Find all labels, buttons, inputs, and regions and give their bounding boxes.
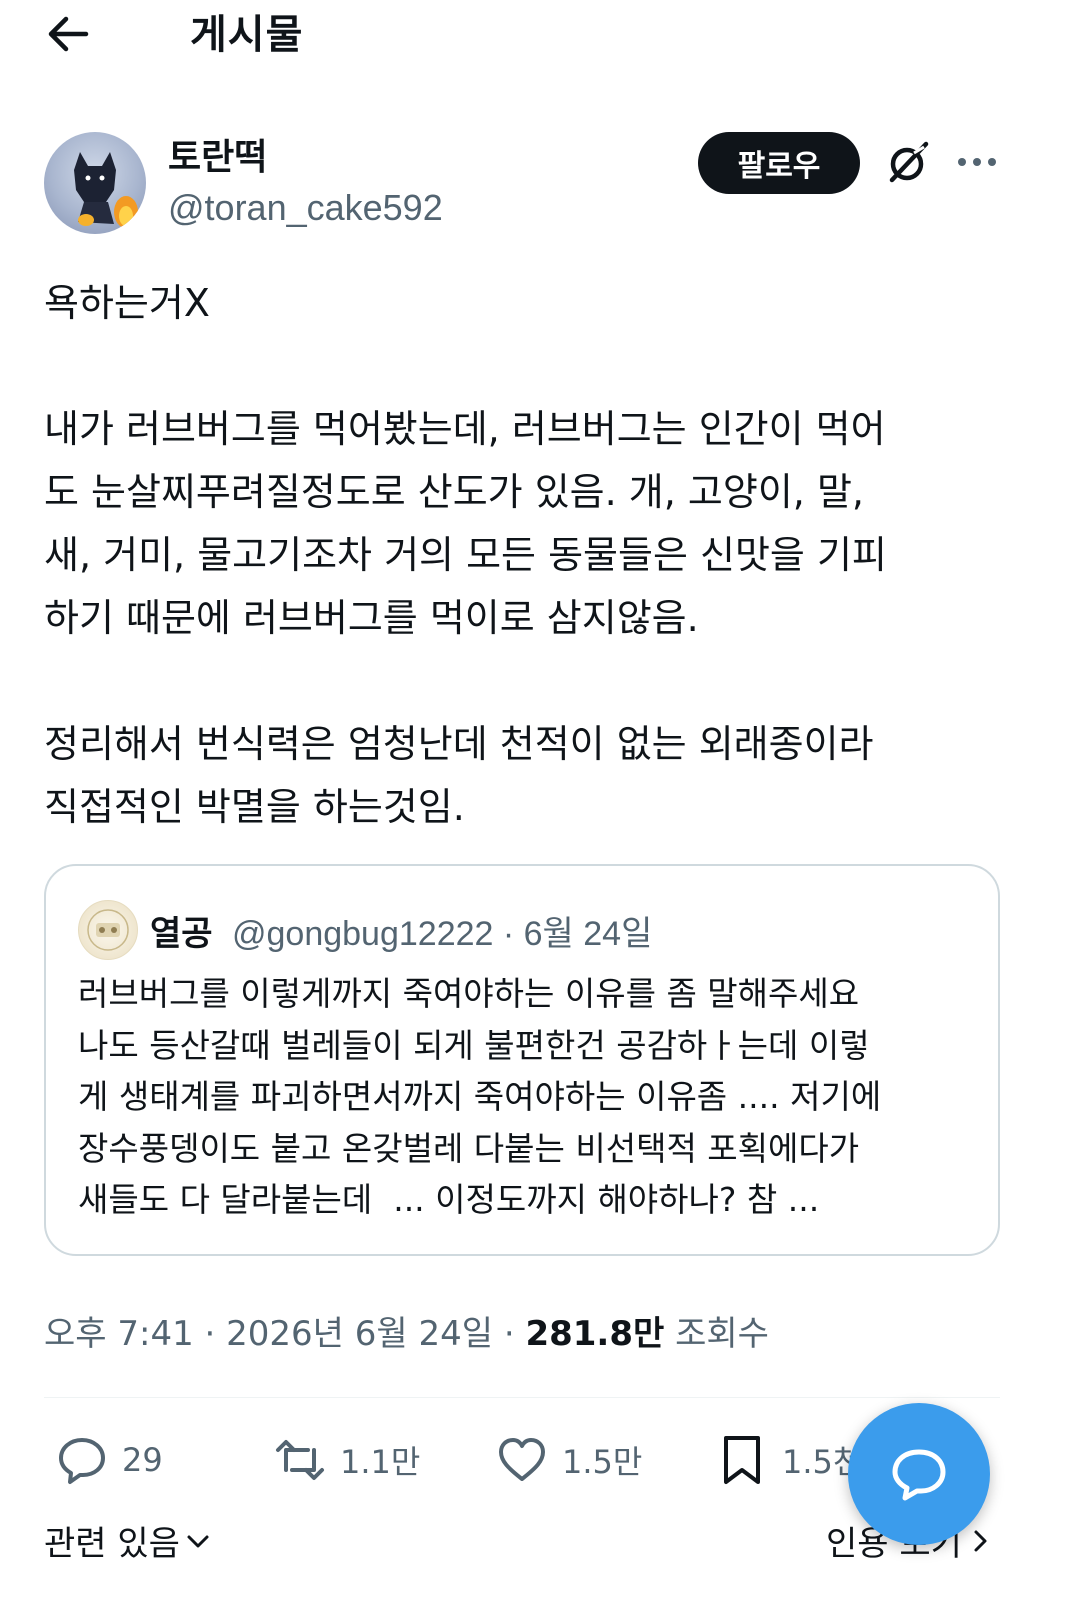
follow-button[interactable]: 팔로우 bbox=[698, 132, 860, 194]
page-title: 게시물 bbox=[190, 12, 304, 58]
chevron-down-icon bbox=[187, 1535, 209, 1547]
view-count: 281.8만 bbox=[525, 1314, 665, 1354]
quote-avatar bbox=[78, 900, 138, 960]
repost-button[interactable]: 1.1만 bbox=[274, 1430, 420, 1490]
quote-text: 러브버그를 이렇게까지 죽여야하는 이유를 좀 말해주세요 나도 등산갈때 벌레… bbox=[78, 974, 882, 1219]
related-toggle[interactable]: 관련 있음 bbox=[44, 1516, 212, 1565]
like-count: 1.5만 bbox=[562, 1443, 643, 1481]
reply-count: 29 bbox=[122, 1441, 163, 1479]
bookmark-button[interactable]: 1.5천 bbox=[716, 1430, 862, 1490]
tweet-text: 욕하는거X 내가 러브버그를 먹어봤는데, 러브버그는 인간이 먹어 도 눈살찌… bbox=[44, 281, 887, 829]
repost-icon bbox=[276, 1440, 324, 1480]
reply-button[interactable]: 29 bbox=[56, 1430, 163, 1490]
chevron-right-icon bbox=[974, 1530, 987, 1551]
quote-tweet-card[interactable]: 열공 @gongbug12222 · 6월 24일 러브버그를 이렇게까지 죽여… bbox=[44, 864, 1000, 1256]
grok-icon[interactable] bbox=[884, 138, 932, 186]
related-label: 관련 있음 bbox=[44, 1524, 180, 1564]
more-horizontal-icon[interactable] bbox=[954, 145, 1000, 179]
author-name[interactable]: 토란떡 bbox=[168, 128, 267, 180]
messages-fab[interactable] bbox=[848, 1403, 990, 1545]
bookmark-icon bbox=[724, 1436, 760, 1484]
quote-author-name: 열공 bbox=[150, 914, 213, 954]
repost-count: 1.1만 bbox=[340, 1443, 421, 1481]
avatar-image bbox=[74, 152, 138, 228]
tweet-meta: 오후 7:41 · 2026년 6월 24일 · 281.8만 조회수 bbox=[44, 1306, 769, 1355]
chat-bubble-icon bbox=[892, 1449, 946, 1501]
author-handle[interactable]: @toran_cake592 bbox=[168, 187, 443, 229]
heart-icon bbox=[499, 1438, 545, 1481]
tweet-timestamp: 오후 7:41 · 2026년 6월 24일 · bbox=[44, 1314, 526, 1354]
quote-author-handle-date: @gongbug12222 · 6월 24일 bbox=[232, 915, 653, 953]
avatar[interactable] bbox=[44, 132, 146, 234]
divider bbox=[44, 1397, 1000, 1398]
reply-icon bbox=[59, 1438, 105, 1484]
arrow-left-icon[interactable] bbox=[44, 12, 92, 56]
like-button[interactable]: 1.5만 bbox=[496, 1430, 642, 1490]
view-count-label: 조회수 bbox=[664, 1314, 769, 1354]
